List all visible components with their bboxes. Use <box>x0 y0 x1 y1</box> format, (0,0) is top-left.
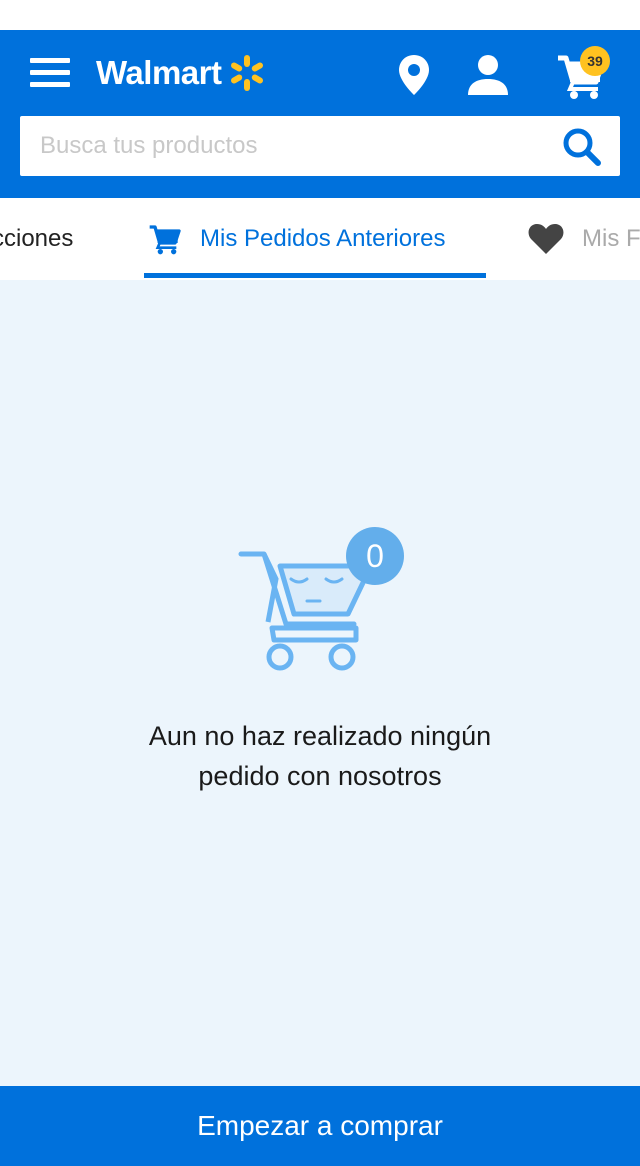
spark-icon <box>231 55 264 91</box>
tab-label: Mis F <box>582 225 640 252</box>
logo-text: Walmart <box>96 54 222 91</box>
empty-cart-count: 0 <box>366 538 384 574</box>
cart-count-badge: 39 <box>580 46 610 76</box>
menu-icon[interactable] <box>30 58 70 88</box>
empty-state-panel <box>0 280 640 1086</box>
tab-bar: cciones Mis Pedidos Anteriores Mis F <box>0 198 640 280</box>
search-bar <box>20 116 620 176</box>
tab-previous[interactable]: cciones <box>0 198 73 280</box>
tab-label: cciones <box>0 225 74 252</box>
tab-label: Mis Pedidos Anteriores <box>200 225 446 252</box>
tab-past-orders[interactable]: Mis Pedidos Anteriores <box>148 198 445 280</box>
walmart-logo[interactable]: Walmart <box>96 52 267 94</box>
empty-message-line1: Aun no haz realizado ningún <box>148 721 492 751</box>
empty-state-message: Aun no haz realizado ningún pedido con n… <box>0 716 640 796</box>
account-icon[interactable] <box>466 54 510 96</box>
tab-favorites[interactable]: Mis F <box>528 198 640 280</box>
status-bar <box>0 0 640 30</box>
search-icon[interactable] <box>560 126 604 168</box>
heart-icon <box>528 223 564 255</box>
search-input[interactable] <box>20 116 550 176</box>
location-pin-icon[interactable] <box>397 54 431 96</box>
active-tab-indicator <box>144 273 486 278</box>
start-shopping-button[interactable]: Empezar a comprar <box>0 1086 640 1166</box>
empty-message-line2: pedido con nosotros <box>198 761 442 791</box>
cart-icon <box>148 223 182 255</box>
